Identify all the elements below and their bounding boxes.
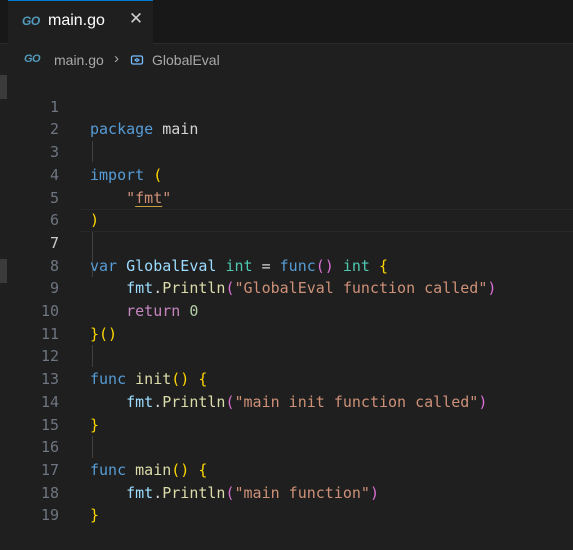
editor-tab-bar: GO main.go ✕ bbox=[0, 0, 573, 44]
go-file-icon: GO bbox=[24, 53, 41, 65]
code-line: 14 } bbox=[0, 368, 573, 434]
code-line: 6 bbox=[0, 187, 573, 229]
line-number: 19 bbox=[40, 506, 59, 525]
variable-symbol-icon bbox=[130, 55, 144, 65]
code-line: 9 return 0 bbox=[0, 255, 573, 320]
code-line: 13 fmt.Println("main init function calle… bbox=[0, 345, 573, 411]
tab-label: main.go bbox=[48, 12, 105, 29]
chevron-right-icon: › bbox=[114, 50, 119, 67]
code-line: 3 import ( bbox=[0, 118, 573, 184]
breadcrumb-file[interactable]: main.go bbox=[54, 52, 104, 68]
code-line: 19 bbox=[0, 482, 573, 524]
code-line: 10 }() bbox=[0, 277, 573, 343]
code-line: 2 bbox=[0, 96, 573, 138]
code-line: 8 fmt.Println("GlobalEval function calle… bbox=[0, 232, 573, 298]
go-file-icon: GO bbox=[22, 14, 40, 28]
code-line: 12 func init() { bbox=[0, 323, 573, 388]
code-line: 18 } bbox=[0, 459, 573, 525]
code-token: } bbox=[90, 506, 100, 525]
breadcrumb: GO main.go › GlobalEval bbox=[0, 48, 573, 70]
code-line: 1 package main bbox=[0, 73, 573, 139]
code-line: 17 fmt.Println("main function") bbox=[0, 436, 573, 502]
code-line: 15 bbox=[0, 391, 573, 434]
code-editor[interactable]: 1 package main 2 3 import ( 4 "fmt" 5 ) … bbox=[0, 73, 573, 525]
breadcrumb-symbol[interactable]: GlobalEval bbox=[152, 52, 220, 68]
code-line: 4 "fmt" bbox=[0, 141, 573, 207]
code-line: 11 bbox=[0, 300, 573, 343]
code-line-active: 7 var GlobalEval int = func() int { bbox=[0, 209, 573, 275]
code-line: 5 ) bbox=[0, 164, 573, 230]
tab-main-go[interactable]: GO main.go ✕ bbox=[8, 0, 153, 44]
code-line: 16 func main() { bbox=[0, 414, 573, 479]
close-icon[interactable]: ✕ bbox=[125, 8, 147, 30]
